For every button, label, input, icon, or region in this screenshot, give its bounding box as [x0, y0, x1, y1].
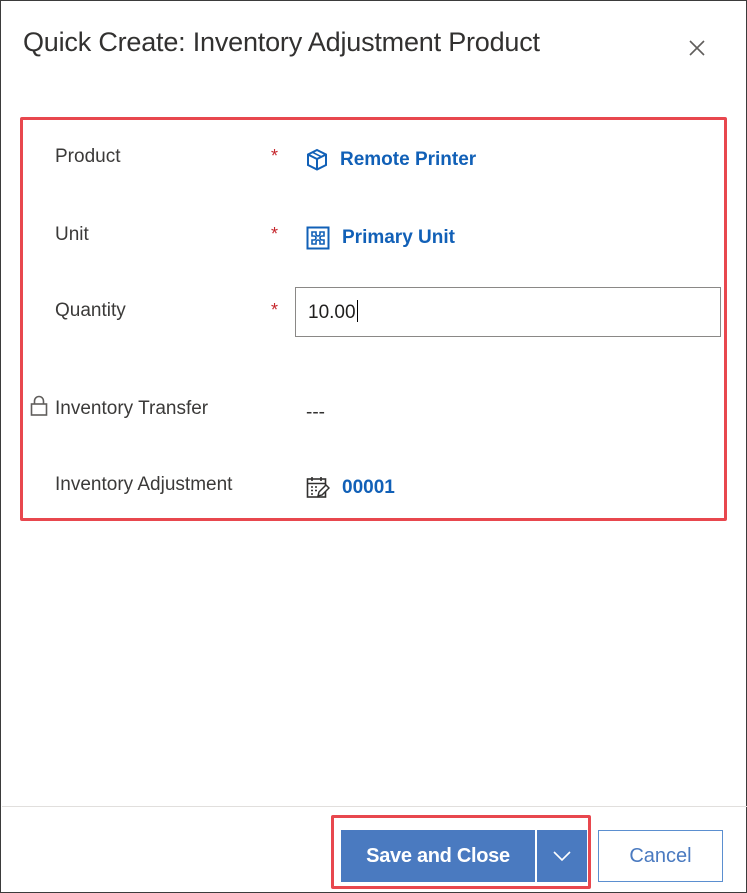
- dialog-title: Quick Create: Inventory Adjustment Produ…: [23, 27, 540, 57]
- save-and-close-button[interactable]: Save and Close: [341, 830, 535, 882]
- inventory-transfer-label: Inventory Transfer: [55, 398, 209, 419]
- unit-lookup-value[interactable]: Primary Unit: [306, 226, 455, 250]
- inventory-adjustment-value-text: 00001: [342, 477, 395, 498]
- box-icon: [307, 148, 327, 171]
- product-label: Product: [55, 146, 121, 167]
- close-button[interactable]: [685, 36, 709, 60]
- chevron-down-icon: [553, 851, 571, 862]
- quantity-label: Quantity: [55, 300, 126, 321]
- quantity-required-mark: *: [271, 300, 279, 320]
- unit-value-text: Primary Unit: [342, 227, 455, 248]
- quantity-input[interactable]: 10.00: [295, 287, 721, 337]
- product-required-mark: *: [271, 146, 279, 166]
- quantity-input-value: 10.00: [308, 302, 356, 323]
- text-caret: [356, 300, 358, 323]
- calendar-edit-icon: [306, 477, 330, 498]
- unit-label: Unit: [55, 224, 89, 245]
- quick-create-dialog: Quick Create: Inventory Adjustment Produ…: [0, 0, 747, 893]
- unit-required-mark: *: [271, 224, 279, 244]
- cancel-button[interactable]: Cancel: [598, 830, 723, 882]
- close-icon: [689, 40, 705, 56]
- product-value-text: Remote Printer: [340, 149, 477, 170]
- footer-divider: [2, 806, 747, 807]
- product-lookup-value[interactable]: Remote Printer: [306, 148, 476, 172]
- inventory-transfer-value: ---: [306, 402, 325, 423]
- inventory-adjustment-lookup-value[interactable]: 00001: [306, 476, 395, 500]
- inventory-adjustment-label: Inventory Adjustment: [55, 474, 233, 495]
- lock-icon: [30, 395, 48, 422]
- save-options-dropdown-button[interactable]: [537, 830, 587, 882]
- puzzle-icon: [306, 226, 330, 250]
